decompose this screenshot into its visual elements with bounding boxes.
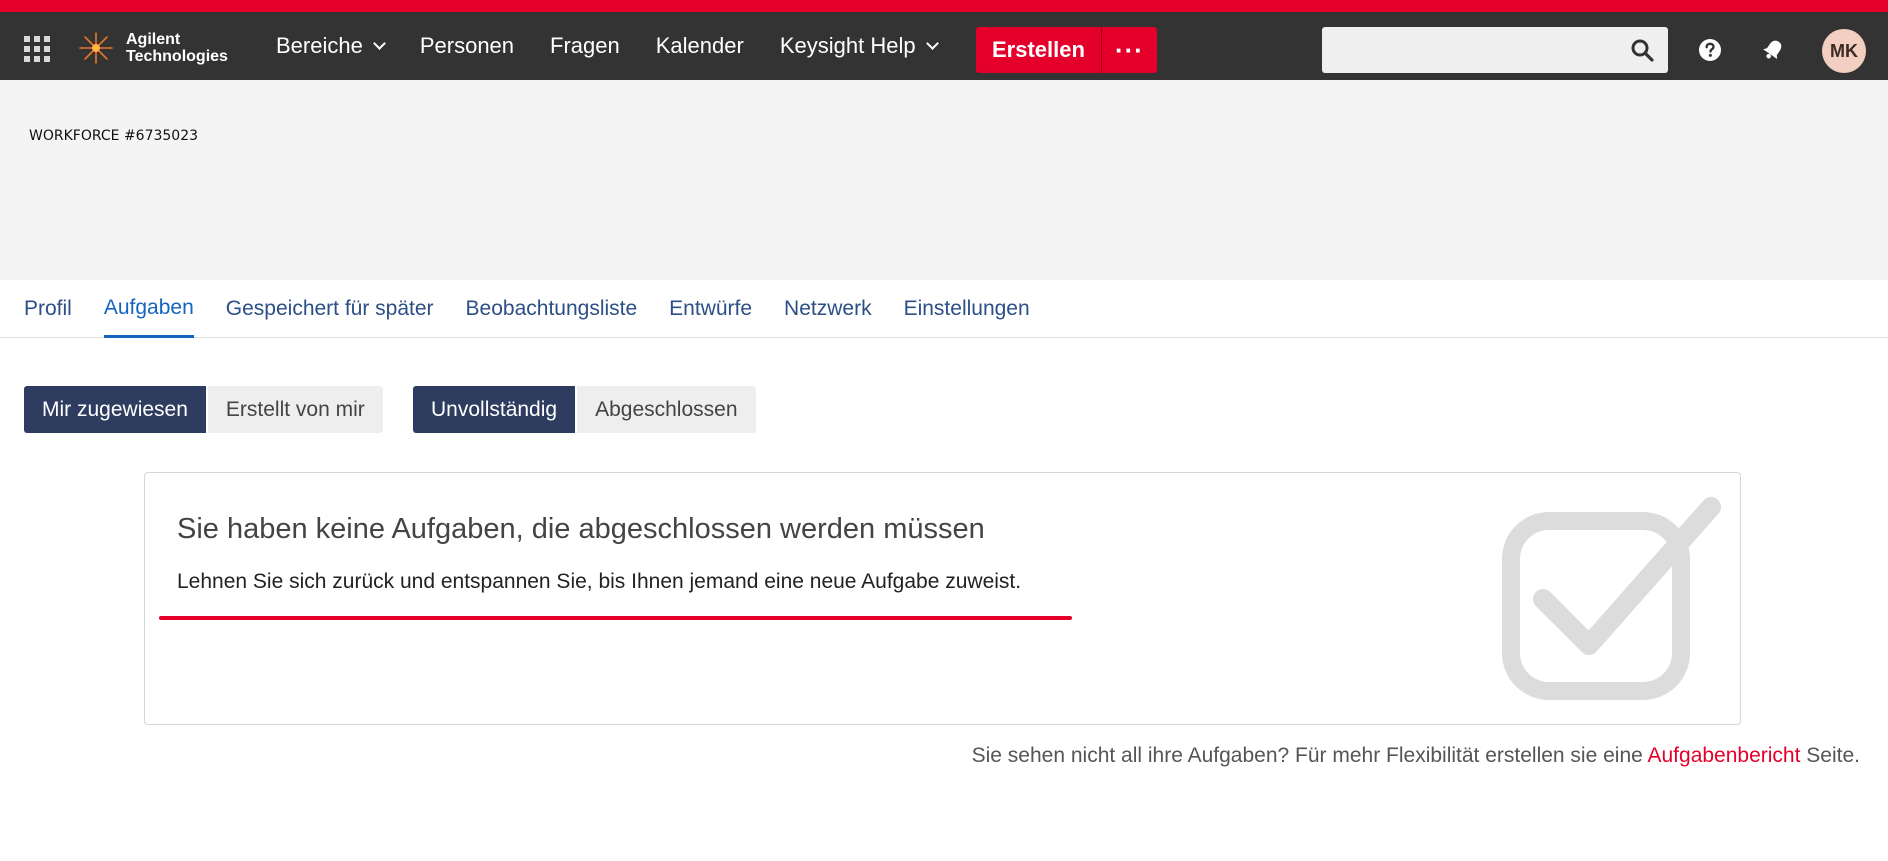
nav-bereiche[interactable]: Bereiche — [258, 33, 402, 59]
empty-state-title: Sie haben keine Aufgaben, die abgeschlos… — [177, 513, 985, 545]
nav-personen-label: Personen — [419, 33, 515, 58]
tab-gespeichert[interactable]: Gespeichert für später — [226, 280, 434, 338]
checkbox-check-icon — [1502, 497, 1721, 700]
agilent-spark-icon — [79, 32, 113, 64]
tab-entwuerfe[interactable]: Entwürfe — [669, 280, 752, 338]
created-by-me-button[interactable]: Erstellt von mir — [207, 386, 383, 433]
annotation-underline — [159, 616, 1072, 620]
logo-wordmark: Agilent Technologies — [126, 31, 228, 65]
assignment-filter: Mir zugewiesen Erstellt von mir — [24, 386, 383, 433]
app-launcher-icon[interactable] — [24, 36, 50, 62]
company-logo[interactable]: Agilent Technologies — [76, 30, 228, 66]
tab-profil[interactable]: Profil — [24, 280, 72, 338]
nav-fragen[interactable]: Fragen — [532, 33, 638, 59]
tab-einstellungen[interactable]: Einstellungen — [904, 280, 1030, 338]
help-icon[interactable] — [1698, 38, 1722, 62]
logo-line-1: Agilent — [126, 31, 181, 48]
nav-fragen-label: Fragen — [550, 33, 620, 58]
profile-tabs: Profil Aufgaben Gespeichert für später B… — [0, 280, 1888, 338]
report-hint-suffix: Seite. — [1800, 744, 1860, 767]
nav-bereiche-label: Bereiche — [276, 33, 363, 58]
create-button[interactable]: Erstellen — [976, 27, 1101, 73]
tab-netzwerk[interactable]: Netzwerk — [784, 280, 872, 338]
nav-personen[interactable]: Personen — [402, 33, 532, 59]
chevron-down-icon — [925, 36, 939, 50]
search-input[interactable] — [1322, 27, 1622, 73]
avatar[interactable]: MK — [1822, 29, 1866, 73]
tab-beobachtungsliste[interactable]: Beobachtungsliste — [466, 280, 638, 338]
report-hint: Sie sehen nicht all ihre Aufgaben? Für m… — [972, 744, 1860, 768]
nav-kalender[interactable]: Kalender — [638, 33, 762, 59]
assigned-to-me-button[interactable]: Mir zugewiesen — [24, 386, 206, 433]
profile-title: WORKFORCE #6735023 — [29, 128, 199, 144]
nav-keysight-help[interactable]: Keysight Help — [762, 33, 955, 59]
empty-state-card: Sie haben keine Aufgaben, die abgeschlos… — [144, 472, 1741, 725]
empty-state-subtitle: Lehnen Sie sich zurück und entspannen Si… — [177, 570, 1022, 593]
logo-line-2: Technologies — [126, 48, 228, 65]
nav-keysight-help-label: Keysight Help — [779, 33, 916, 58]
top-navigation-bar: Agilent Technologies Bereiche Personen F… — [0, 0, 1888, 80]
status-filter: Unvollständig Abgeschlossen — [413, 386, 756, 433]
search-icon[interactable] — [1630, 38, 1654, 62]
search-box — [1322, 27, 1668, 73]
completed-button[interactable]: Abgeschlossen — [577, 386, 756, 433]
create-button-group: Erstellen ··· — [976, 27, 1157, 73]
nav-kalender-label: Kalender — [655, 33, 744, 58]
task-report-link[interactable]: Aufgabenbericht — [1648, 744, 1801, 767]
notification-icon[interactable] — [1759, 36, 1787, 64]
profile-banner: WORKFORCE #6735023 — [0, 80, 1888, 280]
main-nav: Bereiche Personen Fragen Kalender Keysig… — [258, 24, 955, 68]
chevron-down-icon — [372, 36, 386, 50]
tab-aufgaben[interactable]: Aufgaben — [103, 280, 194, 338]
more-options-button[interactable]: ··· — [1100, 27, 1157, 73]
incomplete-button[interactable]: Unvollständig — [413, 386, 576, 433]
report-hint-text: Sie sehen nicht all ihre Aufgaben? Für m… — [971, 744, 1648, 767]
